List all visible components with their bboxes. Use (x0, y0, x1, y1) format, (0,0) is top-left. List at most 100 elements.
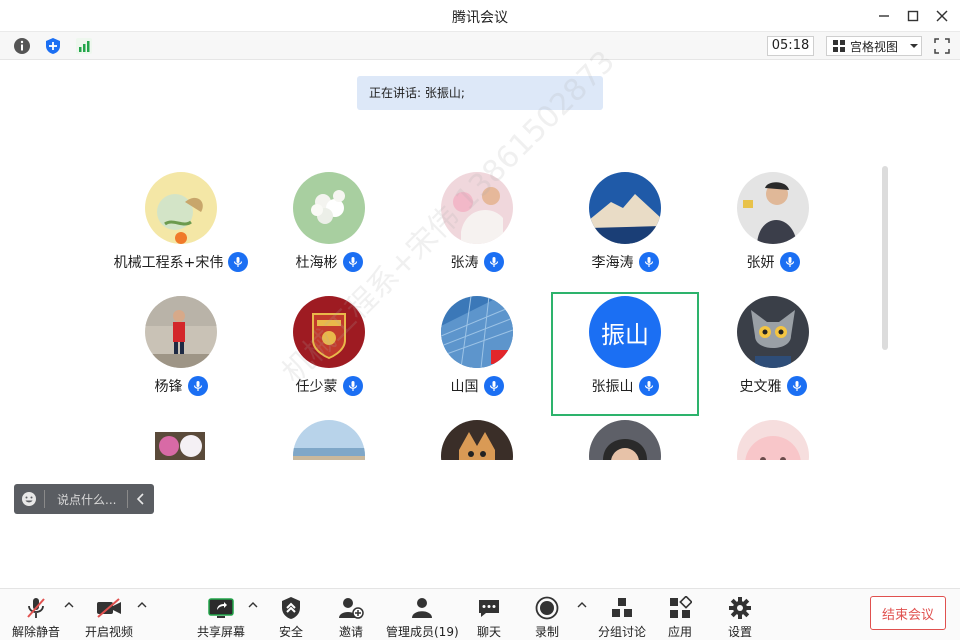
video-options-caret[interactable] (136, 599, 148, 611)
participant-tile[interactable]: 山国 (403, 296, 551, 420)
audio-options-caret[interactable] (63, 599, 75, 611)
cartoon-pink-photo-icon (737, 420, 809, 460)
flowers-photo-icon (155, 432, 205, 460)
meeting-info-button[interactable] (12, 36, 32, 56)
apps-label: 应用 (668, 625, 693, 639)
participant-name-line: 任少蒙 (255, 376, 403, 396)
maximize-button[interactable] (901, 4, 925, 28)
avatar (293, 172, 365, 244)
security-button[interactable]: 安全 (279, 595, 303, 640)
mic-on-icon (228, 252, 249, 272)
participant-tile[interactable] (403, 420, 551, 460)
active-speaker-highlight (551, 292, 699, 416)
avatar (155, 432, 205, 460)
quick-chat-bar[interactable]: 说点什么... (14, 484, 154, 514)
share-options-caret[interactable] (247, 599, 259, 611)
mic-on-icon (638, 252, 659, 272)
apps-icon (670, 596, 692, 618)
minimize-button[interactable] (872, 4, 896, 28)
club-crest-photo-icon (293, 296, 365, 368)
person-street-photo-icon (145, 296, 217, 368)
participant-tile[interactable]: 机械工程系+宋伟 (107, 172, 255, 296)
participant-tile[interactable] (255, 420, 403, 460)
chat-button[interactable]: 聊天 (477, 595, 501, 640)
fullscreen-icon (934, 38, 950, 54)
participant-name-line: 史文雅 (699, 376, 847, 396)
record-label: 录制 (535, 625, 560, 639)
grid-scrollbar[interactable] (882, 166, 888, 350)
end-meeting-button[interactable]: 结束会议 (870, 596, 946, 630)
participant-tile[interactable] (699, 420, 847, 460)
participant-name-line: 机械工程系+宋伟 (107, 252, 255, 272)
view-mode-select[interactable]: 宫格视图 (826, 36, 922, 56)
avatar (293, 420, 365, 460)
mic-on-icon (483, 252, 504, 272)
record-icon (535, 596, 559, 620)
flowers-photo-icon (293, 172, 365, 244)
manage-members-button[interactable]: 管理成员(19) (386, 595, 459, 640)
avatar (441, 296, 513, 368)
share-screen-button[interactable]: 共享屏幕 (197, 595, 245, 640)
apps-button[interactable]: 应用 (668, 595, 692, 640)
invite-button[interactable]: 邀请 (338, 595, 364, 640)
settings-button[interactable]: 设置 (728, 595, 752, 640)
boy-photo-icon (737, 172, 809, 244)
chevron-up-icon (577, 602, 587, 608)
breakout-rooms-button[interactable]: 分组讨论 (598, 595, 646, 640)
participant-tile[interactable]: 史文雅 (699, 296, 847, 420)
speaking-label: 正在讲话: (369, 86, 422, 100)
start-video-button[interactable]: 开启视频 (85, 595, 133, 640)
active-speaker-banner: 正在讲话: 张振山; (357, 76, 603, 110)
participant-tile[interactable] (107, 420, 255, 460)
emoji-icon[interactable] (14, 491, 44, 507)
mic-muted-icon (27, 598, 45, 618)
avatar (589, 420, 661, 460)
participant-tile[interactable]: 张涛 (403, 172, 551, 296)
breakout-rooms-icon (612, 598, 632, 617)
avatar (589, 172, 661, 244)
fullscreen-button[interactable] (933, 37, 951, 55)
mic-on-icon (786, 376, 807, 396)
record-button[interactable]: 录制 (535, 595, 559, 640)
participant-name-line: 张妍 (699, 252, 847, 272)
participant-tile[interactable] (551, 420, 699, 460)
minimize-icon (879, 15, 889, 17)
members-icon (412, 598, 433, 618)
breakout-rooms-label: 分组讨论 (598, 625, 647, 639)
avatar (293, 296, 365, 368)
network-signal-button[interactable] (74, 36, 94, 56)
chat-input[interactable]: 说点什么... (45, 491, 127, 508)
participant-tile[interactable]: 李海涛 (551, 172, 699, 296)
participant-name: 山国 (450, 379, 479, 395)
unmute-button[interactable]: 解除静音 (12, 595, 60, 640)
avatar (441, 420, 513, 460)
close-button[interactable] (930, 4, 954, 28)
participant-tile[interactable]: 张妍 (699, 172, 847, 296)
child-photo-icon (441, 172, 513, 244)
participant-grid: 机械工程系+宋伟 杜海彬 张涛 李海涛 张妍 杨锋 任少蒙 山国 振山 张振山 … (100, 172, 860, 460)
participant-tile[interactable]: 杨锋 (107, 296, 255, 420)
mic-on-icon (342, 252, 363, 272)
participant-name-line: 山国 (403, 376, 551, 396)
record-options-caret[interactable] (576, 599, 588, 611)
participant-name: 杜海彬 (295, 255, 338, 271)
participant-name: 张涛 (450, 255, 479, 271)
chevron-up-icon (137, 602, 147, 608)
building-photo-icon (441, 296, 513, 368)
participant-name-line: 李海涛 (551, 252, 699, 272)
mic-on-icon (779, 252, 800, 272)
window-title: 腾讯会议 (452, 10, 508, 26)
close-icon (936, 10, 948, 22)
mic-on-icon (342, 376, 363, 396)
view-mode-label: 宫格视图 (850, 39, 899, 54)
participant-tile[interactable]: 杜海彬 (255, 172, 403, 296)
fish-bowl-photo-icon (145, 172, 217, 244)
security-shield-button[interactable] (43, 36, 63, 56)
collapse-chat-button[interactable] (128, 493, 154, 505)
person-photo-icon (589, 420, 661, 460)
beach-photo-icon (293, 420, 365, 460)
participant-name-line: 杜海彬 (255, 252, 403, 272)
invite-label: 邀请 (338, 625, 363, 639)
participant-tile[interactable]: 任少蒙 (255, 296, 403, 420)
participant-name: 张妍 (746, 255, 775, 271)
